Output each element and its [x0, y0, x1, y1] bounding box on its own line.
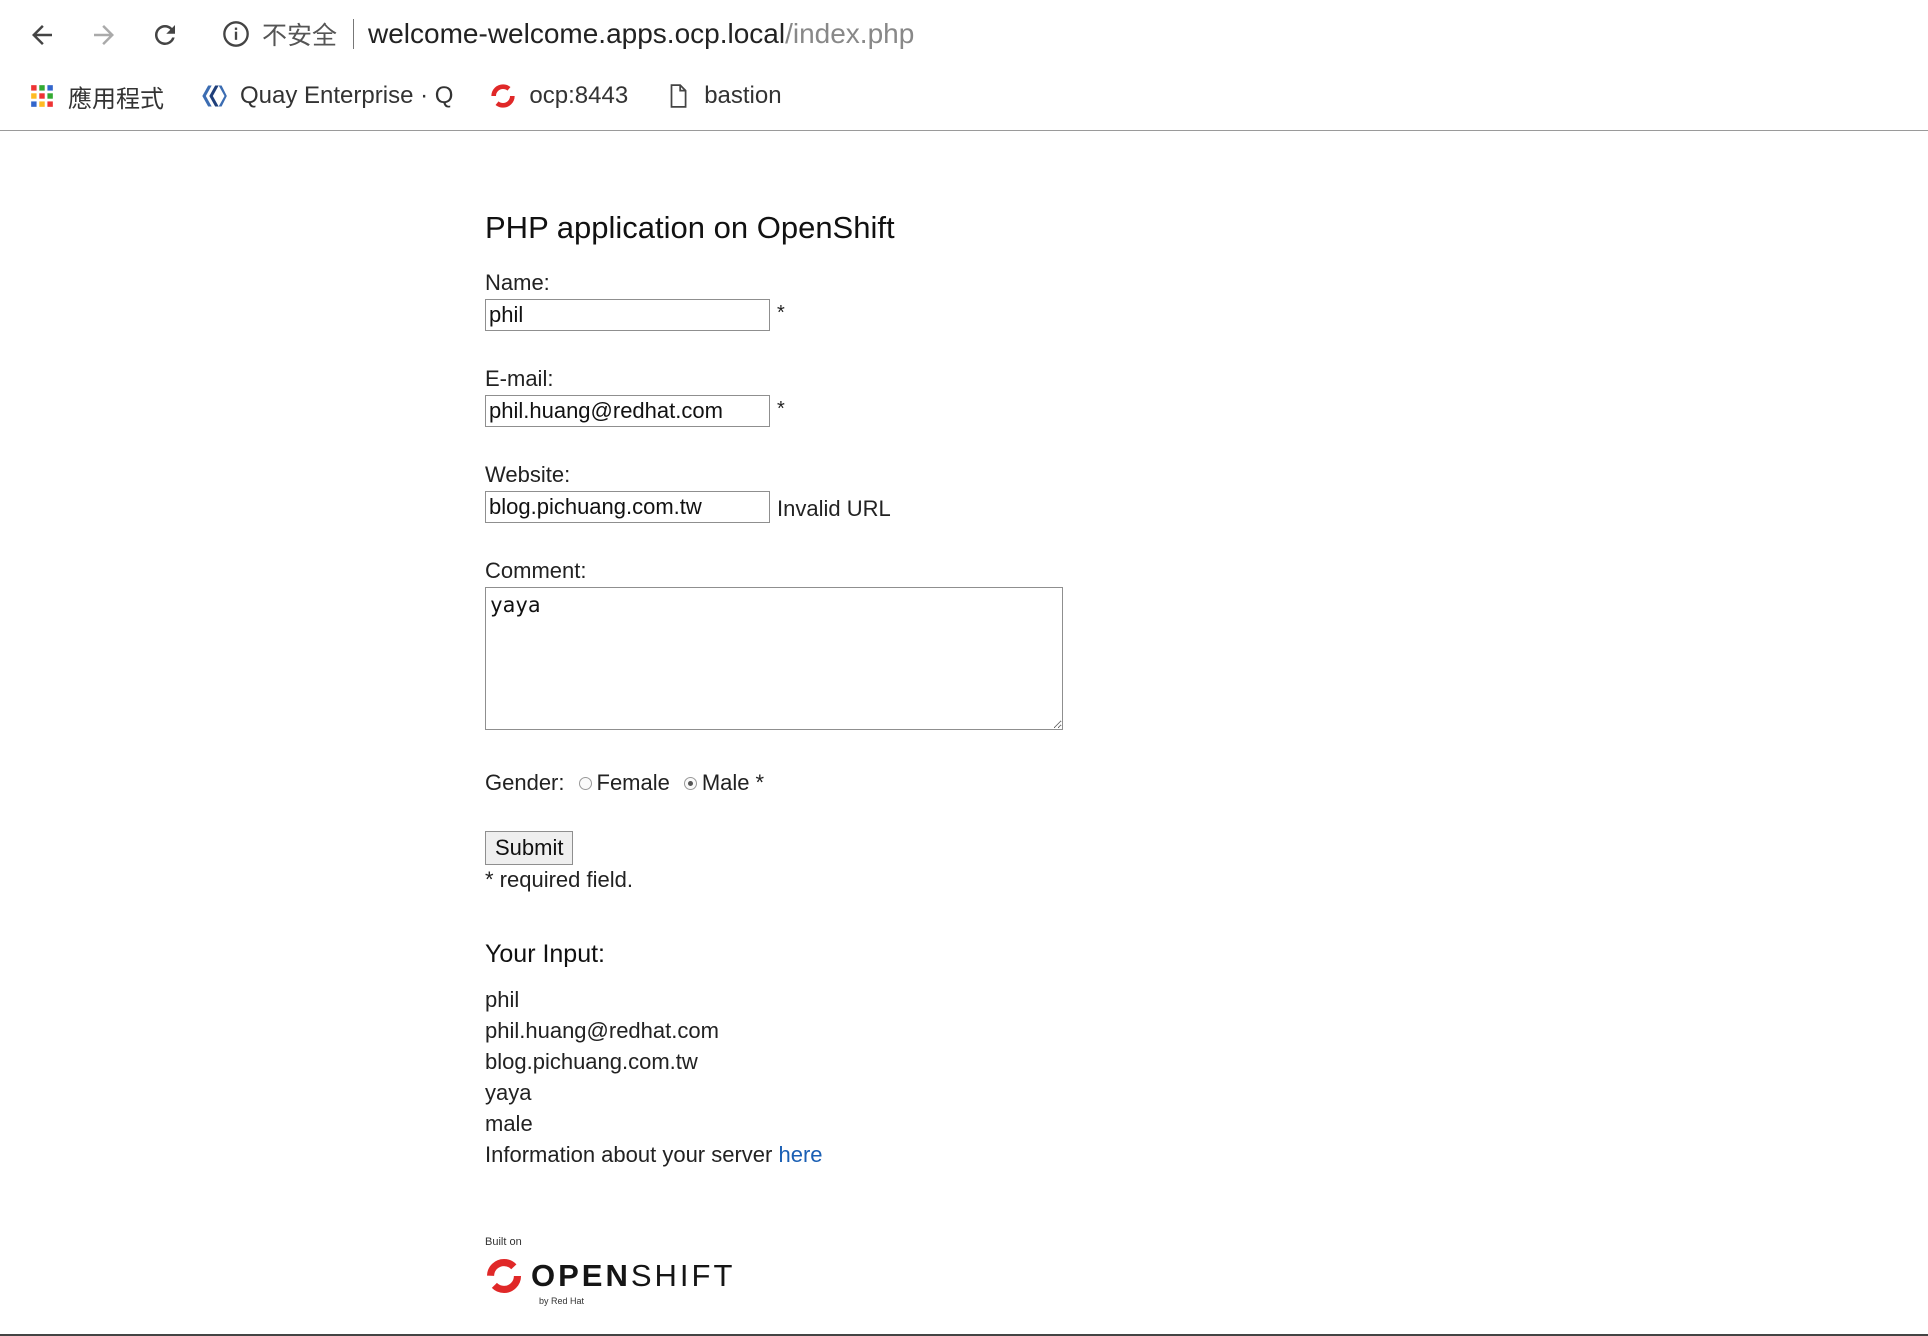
submit-button[interactable]: Submit	[485, 831, 574, 865]
reload-button[interactable]	[143, 13, 187, 57]
page-icon	[664, 82, 692, 110]
bookmark-quay[interactable]: Quay Enterprise · Q	[200, 82, 453, 110]
reload-icon	[154, 24, 175, 45]
website-input[interactable]	[485, 491, 770, 523]
bookmark-label: Quay Enterprise · Q	[240, 82, 454, 109]
echo-line: phil.huang@redhat.com	[485, 1018, 719, 1043]
echo-line: blog.pichuang.com.tw	[485, 1049, 698, 1074]
server-info-link[interactable]: here	[778, 1142, 822, 1167]
openshift-wordmark: OPENSHIFT	[531, 1258, 735, 1294]
email-label: E-mail:	[485, 366, 554, 391]
built-on-label: Built on	[485, 1236, 522, 1248]
forward-button[interactable]	[82, 13, 126, 57]
name-input[interactable]	[485, 299, 770, 331]
required-mark: *	[755, 770, 765, 795]
gender-female-label[interactable]: Female	[597, 770, 670, 796]
security-label: 不安全	[262, 22, 338, 50]
page-title: PHP application on OpenShift	[485, 210, 895, 245]
info-icon[interactable]	[222, 20, 250, 48]
echo-line: male	[485, 1111, 533, 1136]
required-mark: *	[777, 302, 785, 324]
gender-male-label[interactable]: Male	[702, 770, 750, 796]
openshift-logo[interactable]: OPENSHIFT	[485, 1257, 735, 1295]
address-separator	[353, 19, 355, 49]
bookmark-label: ocp:8443	[529, 82, 629, 109]
website-label: Website:	[485, 462, 571, 487]
server-info-line: Information about your server here	[485, 1139, 823, 1170]
quay-logo-icon	[200, 82, 228, 110]
input-echo: phil phil.huang@redhat.com blog.pichuang…	[485, 984, 823, 1170]
gender-label: Gender:	[485, 770, 565, 795]
url-path: /index.php	[785, 18, 915, 49]
openshift-logo-icon	[489, 82, 517, 110]
browser-chrome: 不安全 welcome-welcome.apps.ocp.local/index…	[0, 0, 1928, 131]
email-input[interactable]	[485, 395, 770, 427]
bookmark-label: bastion	[704, 82, 782, 109]
address-bar[interactable]: 不安全 welcome-welcome.apps.ocp.local/index…	[222, 14, 914, 54]
comment-textarea[interactable]: yaya	[485, 587, 1063, 730]
comment-label: Comment:	[485, 558, 587, 583]
echo-line: phil	[485, 987, 520, 1012]
gender-group: Gender: Female Male *	[485, 770, 764, 796]
required-mark: *	[777, 398, 785, 420]
name-label: Name:	[485, 270, 550, 295]
wordmark-rest: SHIFT	[630, 1258, 736, 1293]
back-button[interactable]	[20, 13, 64, 57]
wordmark-bold: OPEN	[531, 1258, 631, 1293]
bookmark-ocp[interactable]: ocp:8443	[489, 82, 628, 110]
apps-grid-icon	[28, 82, 56, 110]
bookmarks-bar: 應用程式 Quay Enterprise · Q ocp:8443 bastio…	[28, 78, 818, 114]
arrow-left-icon	[32, 25, 52, 45]
bookmark-label: 應用程式	[68, 85, 164, 113]
gender-female-radio[interactable]	[578, 776, 592, 790]
by-red-hat: by Red Hat	[539, 1296, 585, 1306]
echo-line: yaya	[485, 1080, 532, 1105]
website-error: Invalid URL	[777, 496, 891, 521]
required-note: * required field.	[485, 867, 633, 892]
gender-male-radio[interactable]	[683, 776, 697, 790]
url-host: welcome-welcome.apps.ocp.local	[368, 18, 786, 49]
arrow-right-icon	[94, 25, 114, 45]
server-info-text: Information about your server	[485, 1142, 779, 1167]
openshift-logo-icon	[486, 1258, 522, 1294]
your-input-heading: Your Input:	[485, 940, 606, 968]
bookmark-bastion[interactable]: bastion	[664, 82, 782, 110]
bookmark-apps[interactable]: 應用程式	[28, 79, 164, 114]
